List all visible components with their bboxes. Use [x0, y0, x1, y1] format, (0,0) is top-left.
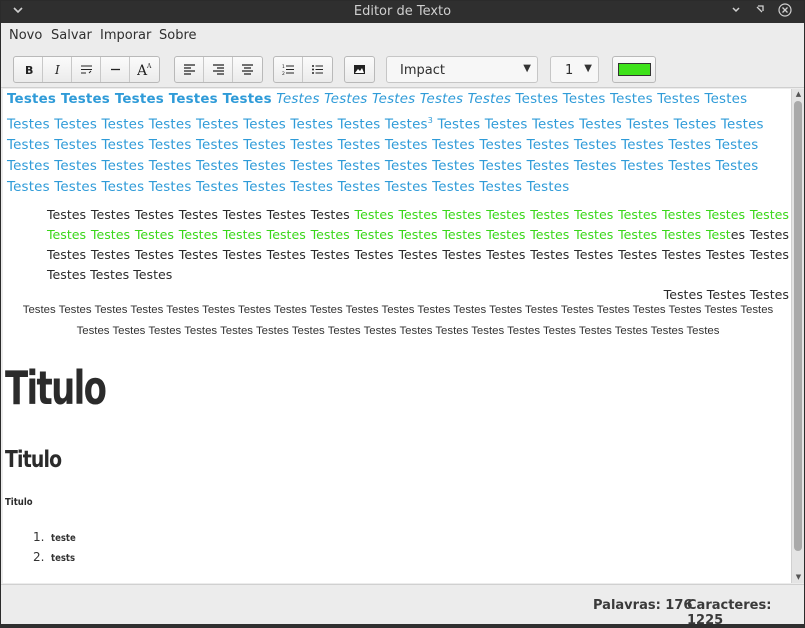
- strikethrough-button[interactable]: [72, 57, 101, 82]
- bullet-list-button[interactable]: [303, 57, 332, 82]
- color-swatch: [618, 63, 651, 76]
- scrollbar-thumb[interactable]: [794, 101, 802, 551]
- window-title: Editor de Texto: [353, 4, 452, 19]
- title-bar: Editor de Texto: [1, 1, 804, 23]
- vertical-scrollbar[interactable]: ▲ ▼: [791, 89, 804, 583]
- minimize-icon[interactable]: [728, 3, 744, 19]
- horizontal-rule-icon: [110, 68, 120, 71]
- align-center-icon: [242, 64, 253, 75]
- menu-sobre[interactable]: Sobre: [159, 28, 197, 43]
- editor-window: Editor de Texto Novo Salvar Imporar Sobr…: [0, 0, 805, 628]
- font-family-value: Impact: [400, 63, 445, 78]
- heading-3: Titulo: [5, 497, 33, 508]
- align-right-icon: [212, 64, 224, 75]
- bold-text: Testes Testes Testes Testes Testes: [7, 92, 272, 107]
- align-left-button[interactable]: [175, 57, 204, 82]
- status-bar: Palavras: 176 Caracteres: 1225: [1, 584, 804, 628]
- font-size-value: 1: [565, 63, 574, 78]
- list-item-text: teste: [50, 533, 76, 544]
- ordered-list: 1. teste 2. tests: [33, 527, 80, 567]
- list-item: 2. tests: [33, 547, 80, 567]
- list-button-group: 12: [273, 56, 333, 83]
- list-number: 1.: [33, 530, 45, 544]
- menu-salvar[interactable]: Salvar: [51, 28, 92, 43]
- insert-image-button[interactable]: [345, 57, 374, 82]
- maximize-icon[interactable]: [752, 3, 768, 19]
- horizontal-line-button[interactable]: [101, 57, 130, 82]
- align-center-button[interactable]: [233, 57, 262, 82]
- close-icon[interactable]: [777, 3, 793, 19]
- svg-text:1: 1: [282, 64, 285, 70]
- image-icon: [354, 65, 365, 74]
- dropdown-arrow-icon: ▼: [523, 63, 531, 74]
- list-number: 2.: [33, 550, 45, 564]
- text-editor[interactable]: Testes Testes Testes Testes Testes Teste…: [3, 89, 791, 583]
- word-count: Palavras: 176: [593, 598, 693, 613]
- paragraph-justified: Testes Testes Testes Testes Testes Teste…: [47, 205, 789, 305]
- italic-button[interactable]: I: [43, 57, 72, 82]
- font-size-button[interactable]: AA: [130, 57, 159, 82]
- paragraph-blue: Testes Testes Testes Testes Testes Teste…: [7, 89, 789, 198]
- font-size-select[interactable]: 1 ▼: [550, 56, 599, 83]
- bold-button[interactable]: B: [14, 57, 43, 82]
- font-family-select[interactable]: Impact ▼: [386, 56, 538, 83]
- menu-bar: Novo Salvar Imporar Sobre: [1, 23, 804, 48]
- list-item: 1. teste: [33, 527, 80, 547]
- svg-text:A: A: [146, 63, 152, 70]
- text-color-button[interactable]: [612, 56, 656, 83]
- numbered-list-button[interactable]: 12: [274, 57, 303, 82]
- plain-text: Testes Testes Testes Testes Testes Teste…: [47, 207, 350, 222]
- scroll-down-icon[interactable]: ▼: [793, 573, 804, 581]
- scroll-up-icon[interactable]: ▲: [793, 90, 804, 98]
- bold-icon: B: [25, 64, 33, 76]
- heading-1: Titulo: [5, 361, 107, 415]
- strikethrough-icon: [80, 65, 92, 74]
- dropdown-arrow-icon: ▼: [584, 63, 592, 74]
- svg-text:I: I: [54, 63, 60, 76]
- align-left-icon: [183, 64, 195, 75]
- font-size-icon: AA: [137, 63, 152, 77]
- bullet-list-icon: [312, 65, 323, 74]
- svg-text:B: B: [25, 64, 33, 76]
- format-button-group: B I AA: [13, 56, 160, 83]
- superscript-text: 3: [427, 116, 433, 125]
- menu-novo[interactable]: Novo: [9, 28, 42, 43]
- numbered-list-icon: 12: [282, 64, 294, 76]
- italic-icon: I: [54, 63, 60, 76]
- list-item-text: tests: [50, 553, 75, 564]
- toolbar: B I AA 1 2 Impact ▼ 1 ▼: [1, 48, 804, 88]
- align-right-button[interactable]: [204, 57, 233, 82]
- paragraph-centered: Testes Testes Testes Testes Testes Teste…: [22, 304, 774, 337]
- menu-imporar[interactable]: Imporar: [100, 28, 151, 43]
- italic-text: Testes Testes Testes Testes Testes: [276, 92, 512, 107]
- svg-text:2: 2: [282, 71, 285, 76]
- image-button-group: [344, 56, 375, 83]
- heading-2: Titulo: [5, 447, 62, 473]
- align-button-group: [174, 56, 263, 83]
